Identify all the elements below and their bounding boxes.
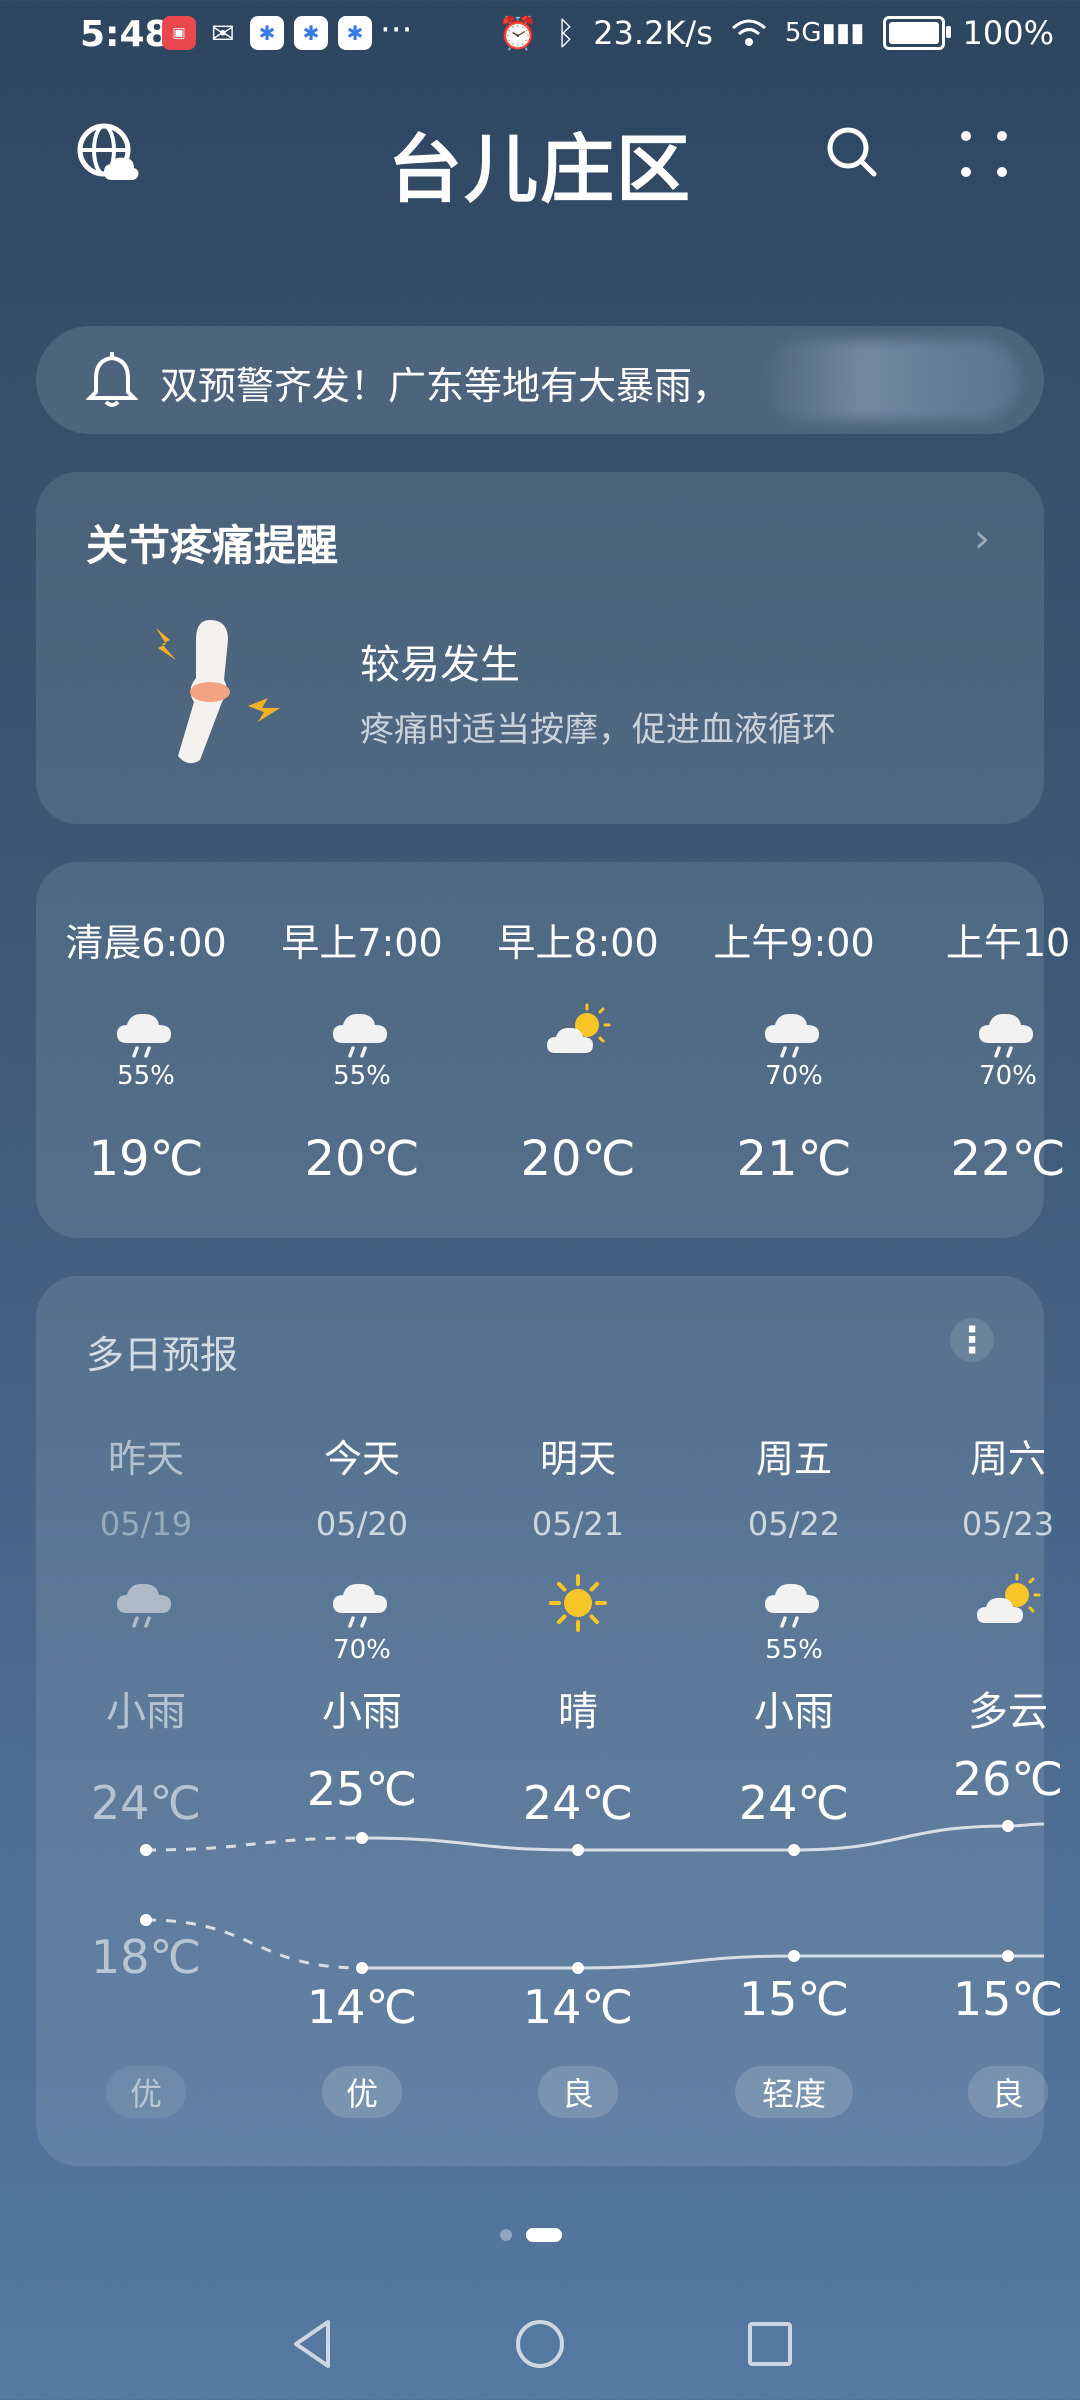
low-temp-line: [577, 1954, 795, 1970]
low-temp-point: [788, 1950, 800, 1962]
high-temp-line: [793, 1824, 1009, 1852]
temperature-trend-chart: [140, 1820, 1045, 1974]
low-temp-line: [145, 1918, 363, 1970]
page-dot[interactable]: [500, 2229, 512, 2241]
low-temp-point: [572, 1962, 584, 1974]
low-temp-point: [1002, 1950, 1014, 1962]
high-temp-point: [356, 1832, 368, 1844]
high-temp-point: [572, 1844, 584, 1856]
recent-apps-icon[interactable]: [740, 2314, 800, 2374]
back-icon[interactable]: [282, 2314, 342, 2374]
high-temp-point: [1002, 1820, 1014, 1832]
high-temp-line: [361, 1836, 579, 1852]
low-temp-point: [356, 1962, 368, 1974]
high-temp-point: [788, 1844, 800, 1856]
high-temp-point: [140, 1844, 152, 1856]
low-temp-point: [140, 1914, 152, 1926]
home-icon[interactable]: [510, 2314, 570, 2374]
page-dot-active[interactable]: [526, 2228, 562, 2242]
high-temp-line: [145, 1836, 363, 1852]
page-indicator: [500, 2228, 562, 2242]
